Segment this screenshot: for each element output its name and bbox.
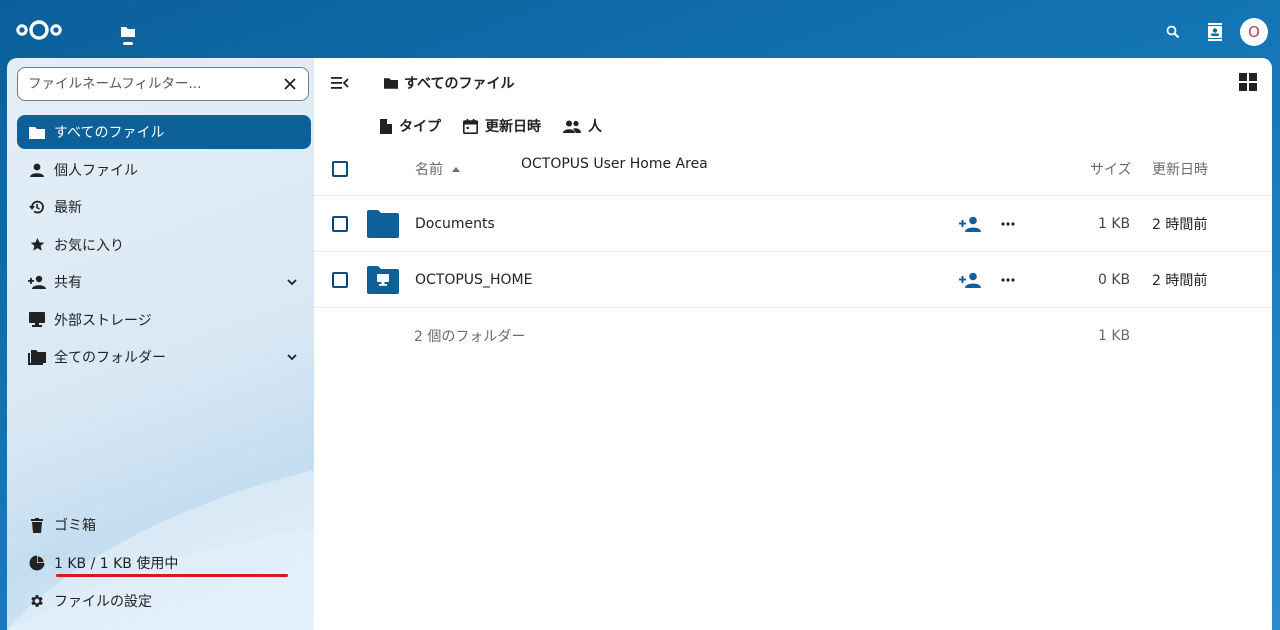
share-icon[interactable] (959, 216, 981, 232)
filter-people-button[interactable]: 人 (563, 116, 602, 136)
grid-view-icon[interactable] (1239, 73, 1257, 91)
breadcrumb[interactable]: すべてのファイル (384, 71, 514, 95)
sidebar-nav: すべてのファイル 個人ファイル 最新 お気に入り 共有 外部ストレージ 全てのフ… (17, 115, 311, 378)
contacts-icon (1208, 23, 1222, 41)
folder-icon (367, 209, 399, 238)
sidebar-item-label: 最新 (54, 200, 82, 216)
filter-modified-label: 更新日時 (485, 119, 541, 135)
files-table: 名前 OCTOPUS User Home Area サイズ 更新日時 Docum… (314, 142, 1272, 364)
folder-icon (28, 123, 46, 141)
clear-filter-button[interactable] (282, 76, 298, 92)
toggle-navigation-icon[interactable] (331, 75, 349, 91)
quota-label: 1 KB / 1 KB 使用中 (54, 556, 179, 572)
column-header-modified[interactable]: 更新日時 (1152, 159, 1208, 179)
gear-icon (28, 592, 46, 610)
row-checkbox[interactable] (332, 271, 348, 288)
quota-highlight-underline (56, 574, 288, 577)
sidebar-item-trash[interactable]: ゴミ箱 (17, 508, 311, 542)
history-icon (28, 198, 46, 216)
filter-people-label: 人 (588, 119, 602, 135)
table-summary-row: 2 個のフォルダー 1 KB (314, 308, 1272, 364)
main-content: すべてのファイル タイプ 更新日時 人 名前 OCTOPUS User Home (314, 58, 1272, 630)
user-avatar[interactable]: O (1240, 18, 1268, 46)
star-icon (28, 236, 46, 254)
share-icon[interactable] (959, 272, 981, 288)
sidebar-item-shares[interactable]: 共有 (17, 265, 311, 299)
sort-ascending-icon (452, 166, 460, 172)
search-button[interactable] (1152, 17, 1194, 47)
nextcloud-logo-icon[interactable] (16, 18, 62, 42)
file-name[interactable]: OCTOPUS_HOME (415, 272, 532, 288)
sidebar-item-label: ファイルの設定 (54, 594, 152, 610)
filter-type-button[interactable]: タイプ (380, 116, 441, 136)
more-actions-icon[interactable] (1000, 221, 1016, 227)
chevron-down-icon[interactable] (285, 350, 299, 364)
contacts-button[interactable] (1194, 17, 1236, 47)
calendar-icon (463, 118, 478, 134)
summary-size: 1 KB (1098, 328, 1131, 344)
user-icon (28, 161, 46, 179)
trash-icon (28, 516, 46, 534)
table-header: 名前 OCTOPUS User Home Area サイズ 更新日時 (314, 142, 1272, 196)
folder-multiple-icon (28, 348, 46, 366)
sidebar-item-label: ゴミ箱 (54, 518, 96, 534)
summary-text: 2 個のフォルダー (414, 329, 526, 345)
file-size: 1 KB (1098, 215, 1131, 232)
sidebar-item-external-storage[interactable]: 外部ストレージ (17, 303, 311, 337)
sidebar-item-label: 全てのフォルダー (54, 350, 166, 366)
sidebar-item-all-files[interactable]: すべてのファイル (17, 115, 311, 149)
file-name[interactable]: Documents (415, 216, 495, 232)
external-storage-icon (28, 311, 46, 329)
file-icon (380, 118, 392, 134)
more-actions-icon[interactable] (1000, 277, 1016, 283)
navigation-sidebar: すべてのファイル 個人ファイル 最新 お気に入り (7, 58, 314, 630)
file-modified: 2 時間前 (1152, 216, 1208, 233)
sidebar-item-favorites[interactable]: お気に入り (17, 228, 311, 262)
table-row[interactable]: Documents 1 KB 2 時間前 (314, 196, 1272, 252)
filter-modified-button[interactable]: 更新日時 (463, 116, 541, 136)
breadcrumb-current: すべてのファイル (404, 76, 515, 92)
column-header-size[interactable]: サイズ (1090, 159, 1132, 179)
pie-chart-icon (28, 554, 46, 572)
header-actions: O (1152, 17, 1268, 47)
sidebar-item-personal-files[interactable]: 個人ファイル (17, 153, 311, 187)
sidebar-item-label: お気に入り (54, 237, 124, 254)
folder-description: OCTOPUS User Home Area (521, 156, 708, 172)
sidebar-item-label: 外部ストレージ (54, 312, 152, 329)
close-icon (284, 78, 296, 90)
filter-type-label: タイプ (399, 119, 441, 135)
sidebar-item-label: すべてのファイル (54, 125, 165, 141)
sidebar-item-recent[interactable]: 最新 (17, 190, 311, 224)
search-icon (1166, 25, 1180, 39)
filename-filter (17, 67, 309, 101)
share-icon (28, 273, 46, 291)
select-all-checkbox[interactable] (332, 160, 348, 177)
file-size: 0 KB (1098, 271, 1131, 288)
sidebar-item-label: 共有 (54, 275, 82, 291)
sidebar-item-all-folders[interactable]: 全てのフォルダー (17, 340, 311, 374)
column-header-name: 名前 (415, 161, 443, 178)
external-folder-icon (367, 265, 399, 294)
file-modified: 2 時間前 (1152, 272, 1208, 289)
chevron-down-icon[interactable] (285, 275, 299, 289)
folder-icon (384, 78, 398, 89)
avatar-letter: O (1248, 23, 1260, 41)
sidebar-item-label: 個人ファイル (54, 162, 138, 179)
filename-filter-input[interactable] (28, 76, 282, 92)
sidebar-item-settings[interactable]: ファイルの設定 (17, 584, 311, 618)
top-bar: O (0, 0, 1280, 62)
row-checkbox[interactable] (332, 215, 348, 232)
file-filters: タイプ 更新日時 人 (380, 114, 602, 138)
sidebar-footer: ゴミ箱 1 KB / 1 KB 使用中 ファイルの設定 (17, 508, 311, 630)
table-row[interactable]: OCTOPUS_HOME 0 KB 2 時間前 (314, 252, 1272, 308)
files-app-icon[interactable] (119, 25, 137, 47)
sort-by-name-button[interactable]: 名前 (415, 159, 461, 179)
people-icon (563, 120, 581, 133)
